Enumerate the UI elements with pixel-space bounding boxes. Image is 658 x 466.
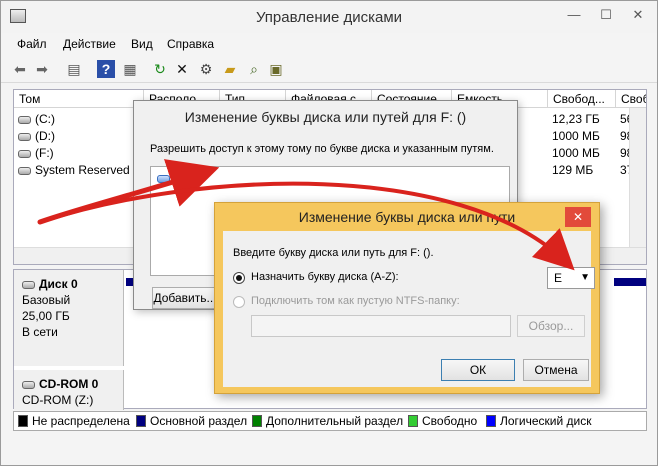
free-space: 12,23 ГБ — [552, 112, 600, 126]
menu-bar: Файл Действие Вид Справка — [1, 33, 657, 55]
settings-icon[interactable]: ⚙ — [197, 60, 215, 78]
volume-name: (C:) — [35, 112, 55, 126]
cdrom-label[interactable]: CD-ROM 0 CD-ROM (Z:) — [14, 370, 124, 410]
help-icon[interactable]: ? — [97, 60, 115, 78]
dialog-close-button[interactable]: ✕ — [565, 207, 591, 227]
close-button[interactable]: ✕ — [625, 5, 651, 25]
legend: Не распределена Основной раздел Дополнит… — [13, 411, 647, 431]
free-space: 1000 МБ — [552, 146, 600, 160]
menu-file[interactable]: Файл — [17, 37, 47, 51]
add-button[interactable]: Добавить... — [152, 287, 218, 309]
column-header-free-pct[interactable]: Своб — [616, 90, 646, 108]
menu-action[interactable]: Действие — [63, 37, 116, 51]
menu-view[interactable]: Вид — [131, 37, 153, 51]
refresh-icon[interactable]: ↻ — [151, 60, 169, 78]
selected-letter: E — [554, 271, 563, 285]
free-space: 129 МБ — [552, 163, 594, 177]
dialog-body: Введите букву диска или путь для F: (). … — [223, 231, 595, 387]
dialog-title: Изменение буквы диска или пути — [298, 209, 516, 225]
legend-swatch — [252, 415, 262, 427]
forward-arrow-icon[interactable]: ➡ — [33, 60, 51, 78]
window-title: Управление дисками — [255, 9, 403, 26]
partition-bar — [614, 278, 646, 286]
chevron-down-icon: ▼ — [580, 272, 590, 283]
assign-letter-label: Назначить букву диска (A-Z): — [251, 271, 399, 283]
disk-0-label[interactable]: Диск 0 Базовый 25,00 ГБ В сети — [14, 270, 124, 366]
dialog-description: Разрешить доступ к этому тому по букве д… — [150, 143, 494, 155]
legend-item: Не распределена — [18, 414, 130, 428]
back-arrow-icon[interactable]: ⬅ — [11, 60, 29, 78]
disk-icon — [22, 280, 35, 289]
column-header-volume[interactable]: Том — [14, 90, 144, 108]
legend-swatch — [18, 415, 28, 427]
cdrom-name: CD-ROM 0 — [39, 377, 99, 391]
legend-swatch — [408, 415, 418, 427]
disk-size: 25,00 ГБ — [22, 309, 70, 323]
browse-button[interactable]: Обзор... — [517, 315, 585, 337]
free-space: 1000 МБ — [552, 129, 600, 143]
legend-item: Дополнительный раздел — [252, 414, 403, 428]
legend-item: Свободно — [408, 414, 477, 428]
drive-icon — [18, 115, 31, 124]
folder-path-input[interactable] — [251, 315, 511, 337]
volume-name: (F:) — [35, 146, 54, 160]
change-letter-dialog: Изменение буквы диска или пути ✕ Введите… — [214, 202, 600, 394]
open-folder-icon[interactable]: ▰ — [221, 60, 239, 78]
drive-letter-select[interactable]: E ▼ — [547, 267, 595, 289]
drive-icon — [18, 149, 31, 158]
legend-swatch — [486, 415, 496, 427]
mount-folder-label: Подключить том как пустую NTFS-папку: — [251, 295, 460, 307]
maximize-button[interactable]: ☐ — [593, 5, 619, 25]
toolbar: ⬅ ➡ ▤ ? ▦ ↻ ✕ ⚙ ▰ ⌕ ▣ — [1, 55, 657, 83]
rescan-icon[interactable]: ▣ — [267, 60, 285, 78]
disk-type: Базовый — [22, 293, 71, 307]
console-tree-icon[interactable]: ▤ — [65, 60, 83, 78]
mount-folder-radio[interactable] — [233, 296, 245, 308]
drive-icon — [157, 175, 170, 184]
cancel-button[interactable]: Отмена — [523, 359, 589, 381]
minimize-button[interactable]: — — [561, 5, 587, 25]
list-item[interactable]: F: — [157, 173, 184, 185]
vertical-scrollbar[interactable] — [629, 108, 646, 249]
drive-icon — [18, 132, 31, 141]
dialog-prompt: Введите букву диска или путь для F: (). — [233, 247, 434, 259]
volume-name: System Reserved — [35, 163, 130, 177]
drive-icon — [18, 166, 31, 175]
legend-item: Основной раздел — [136, 414, 247, 428]
cdrom-drive: CD-ROM (Z:) — [22, 393, 94, 407]
menu-help[interactable]: Справка — [167, 37, 214, 51]
volume-name: (D:) — [35, 129, 55, 143]
column-header-free[interactable]: Свобод... — [548, 90, 616, 108]
disk-name: Диск 0 — [39, 277, 78, 291]
dialog-title: Изменение буквы диска или путей для F: (… — [134, 101, 517, 133]
delete-icon[interactable]: ✕ — [173, 60, 191, 78]
legend-item: Логический диск — [486, 414, 592, 428]
disk-status: В сети — [22, 325, 58, 339]
properties-icon[interactable]: ▦ — [121, 60, 139, 78]
search-icon[interactable]: ⌕ — [245, 60, 263, 78]
legend-swatch — [136, 415, 146, 427]
ok-button[interactable]: ОК — [441, 359, 515, 381]
title-bar: Управление дисками — ☐ ✕ — [1, 1, 657, 33]
cdrom-icon — [22, 380, 35, 389]
assign-letter-radio[interactable] — [233, 272, 245, 284]
